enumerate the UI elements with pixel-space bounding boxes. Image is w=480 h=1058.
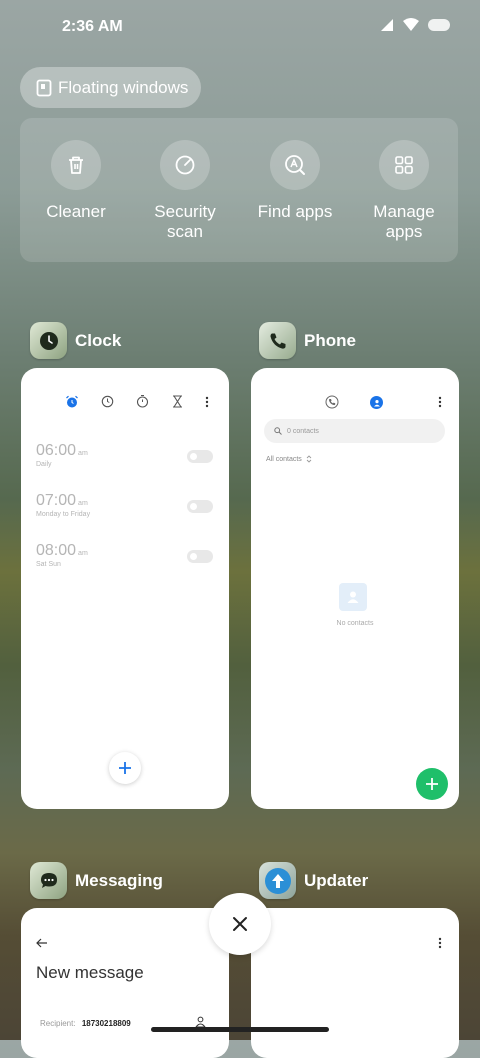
status-time: 2:36 AM (62, 18, 123, 35)
alarm-item[interactable]: 07:00 am Monday to Friday (36, 492, 90, 518)
alarm-repeat: Sat Sun (36, 561, 61, 568)
stopwatch-tab-icon[interactable] (136, 394, 149, 408)
battery-icon (428, 19, 450, 31)
more-options-icon[interactable] (438, 396, 442, 408)
phone-app-icon (259, 322, 296, 359)
clock-app-card[interactable]: 06:00 am Daily 07:00 am Monday to Friday 0… (21, 368, 229, 809)
floating-window-icon (36, 79, 52, 96)
status-bar: 2:36 AM (0, 0, 480, 56)
contacts-filter-dropdown[interactable]: All contacts (266, 455, 312, 463)
alarm-time: 08:00 (36, 542, 77, 559)
recipient-value: 18730218809 (81, 1019, 131, 1028)
empty-contacts-illustration (339, 583, 367, 611)
wifi-icon (403, 18, 419, 31)
timer-tab-icon[interactable] (172, 395, 183, 408)
manage-apps-button[interactable]: Manage apps (354, 140, 454, 242)
alarm-toggle[interactable] (187, 500, 213, 513)
alarm-item[interactable]: 08:00 am Sat Sun (36, 542, 88, 568)
alarm-time: 06:00 (36, 442, 77, 459)
new-message-title: New message (36, 963, 144, 982)
security-scan-button[interactable]: Security scan (135, 140, 235, 242)
find-apps-button[interactable]: Find apps (245, 140, 345, 222)
cleaner-button[interactable]: Cleaner (26, 140, 126, 222)
messaging-app-icon (30, 862, 67, 899)
plus-icon (119, 762, 131, 774)
manage-apps-label: Manage apps (373, 202, 435, 241)
clear-all-button[interactable] (209, 893, 271, 955)
messaging-app-name: Messaging (75, 870, 163, 890)
updater-app-header[interactable]: Updater (259, 862, 368, 899)
alarm-item[interactable]: 06:00 am Daily (36, 442, 88, 468)
alarm-ampm: am (78, 500, 88, 507)
alarm-toggle[interactable] (187, 550, 213, 563)
recipient-row[interactable]: Recipient: 18730218809 (40, 1019, 131, 1028)
floating-windows-button[interactable]: Floating windows (20, 67, 201, 108)
search-placeholder: 0 contacts (287, 427, 319, 435)
messaging-app-header[interactable]: Messaging (30, 862, 163, 899)
find-apps-icon (285, 155, 305, 175)
back-arrow-icon[interactable] (36, 938, 48, 948)
cleaner-label: Cleaner (46, 202, 106, 221)
floating-windows-label: Floating windows (58, 77, 189, 97)
close-icon (233, 917, 247, 931)
contacts-tab-icon[interactable] (370, 396, 383, 409)
add-alarm-button[interactable] (109, 752, 141, 784)
plus-icon (426, 778, 438, 790)
alarm-ampm: am (78, 450, 88, 457)
grid-icon (395, 156, 413, 174)
trash-icon (69, 156, 83, 174)
clock-app-header[interactable]: Clock (30, 322, 121, 359)
quick-actions-panel: Cleaner Security scan Find apps Manage a… (20, 118, 458, 262)
phone-app-card[interactable]: 0 contacts All contacts No contacts (251, 368, 459, 809)
search-icon (274, 427, 282, 435)
messaging-app-card[interactable]: New message Recipient: 18730218809 (21, 908, 229, 1058)
find-apps-label: Find apps (257, 202, 333, 221)
clock-app-icon (30, 322, 67, 359)
alarm-tab-icon[interactable] (65, 395, 79, 409)
recipient-label: Recipient: (40, 1019, 76, 1028)
sort-chevron-icon (306, 455, 312, 463)
status-icons (380, 18, 450, 32)
filter-label: All contacts (266, 455, 302, 463)
alarm-time: 07:00 (36, 492, 77, 509)
clock-app-name: Clock (75, 330, 122, 350)
updater-app-icon (259, 862, 296, 899)
alarm-ampm: am (78, 550, 88, 557)
home-indicator[interactable] (151, 1027, 329, 1032)
more-options-icon[interactable] (205, 396, 209, 408)
alarm-repeat: Daily (36, 461, 52, 468)
more-options-icon[interactable] (438, 937, 442, 949)
security-scan-label: Security scan (154, 202, 216, 241)
phone-app-name: Phone (304, 330, 356, 350)
security-scan-icon (175, 155, 195, 175)
call-log-tab-icon[interactable] (325, 395, 339, 409)
empty-contacts-text: No contacts (336, 620, 374, 627)
alarm-toggle[interactable] (187, 450, 213, 463)
phone-app-header[interactable]: Phone (259, 322, 356, 359)
updater-app-card[interactable] (251, 908, 459, 1058)
updater-app-name: Updater (304, 870, 369, 890)
signal-icon (381, 19, 393, 31)
world-clock-tab-icon[interactable] (101, 395, 114, 408)
contacts-search-field[interactable]: 0 contacts (264, 419, 445, 443)
alarm-repeat: Monday to Friday (36, 511, 91, 518)
add-contact-button[interactable] (416, 768, 448, 800)
